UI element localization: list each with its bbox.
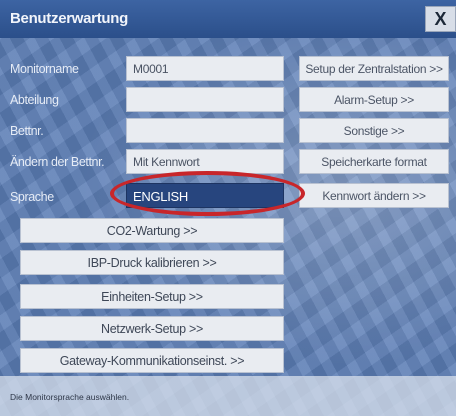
status-bar: Die Monitorsprache auswählen. xyxy=(0,376,456,416)
alarm-setup-button[interactable]: Alarm-Setup >> xyxy=(299,87,449,112)
other-settings-button[interactable]: Sonstige >> xyxy=(299,118,449,143)
bettnr-change-label: Ändern der Bettnr. xyxy=(10,155,105,169)
co2-maintenance-button[interactable]: CO2-Wartung >> xyxy=(20,218,284,243)
gateway-communication-button[interactable]: Gateway-Kommunikationseinst. >> xyxy=(20,348,284,373)
format-memory-card-button[interactable]: Speicherkarte format xyxy=(299,149,449,174)
units-setup-button[interactable]: Einheiten-Setup >> xyxy=(20,284,284,309)
annotation-ellipse xyxy=(110,171,305,216)
bettnr-label: Bettnr. xyxy=(10,124,44,138)
abteilung-label: Abteilung xyxy=(10,93,59,107)
sprache-label: Sprache xyxy=(10,190,54,204)
monitorname-label: Monitorname xyxy=(10,62,79,76)
bettnr-field[interactable] xyxy=(126,118,284,143)
abteilung-field[interactable] xyxy=(126,87,284,112)
status-hint: Die Monitorsprache auswählen. xyxy=(10,392,130,402)
close-button[interactable]: X xyxy=(425,6,456,32)
window-title: Benutzerwartung xyxy=(10,10,129,27)
network-setup-button[interactable]: Netzwerk-Setup >> xyxy=(20,316,284,341)
setup-central-station-button[interactable]: Setup der Zentralstation >> xyxy=(299,56,449,81)
close-icon: X xyxy=(434,8,447,29)
settings-panel: Monitorname M0001 Setup der Zentralstati… xyxy=(0,38,456,416)
change-password-button[interactable]: Kennwort ändern >> xyxy=(299,183,449,208)
ibp-calibration-button[interactable]: IBP-Druck kalibrieren >> xyxy=(20,250,284,275)
title-bar: Benutzerwartung X xyxy=(0,0,456,38)
monitorname-field[interactable]: M0001 xyxy=(126,56,284,81)
